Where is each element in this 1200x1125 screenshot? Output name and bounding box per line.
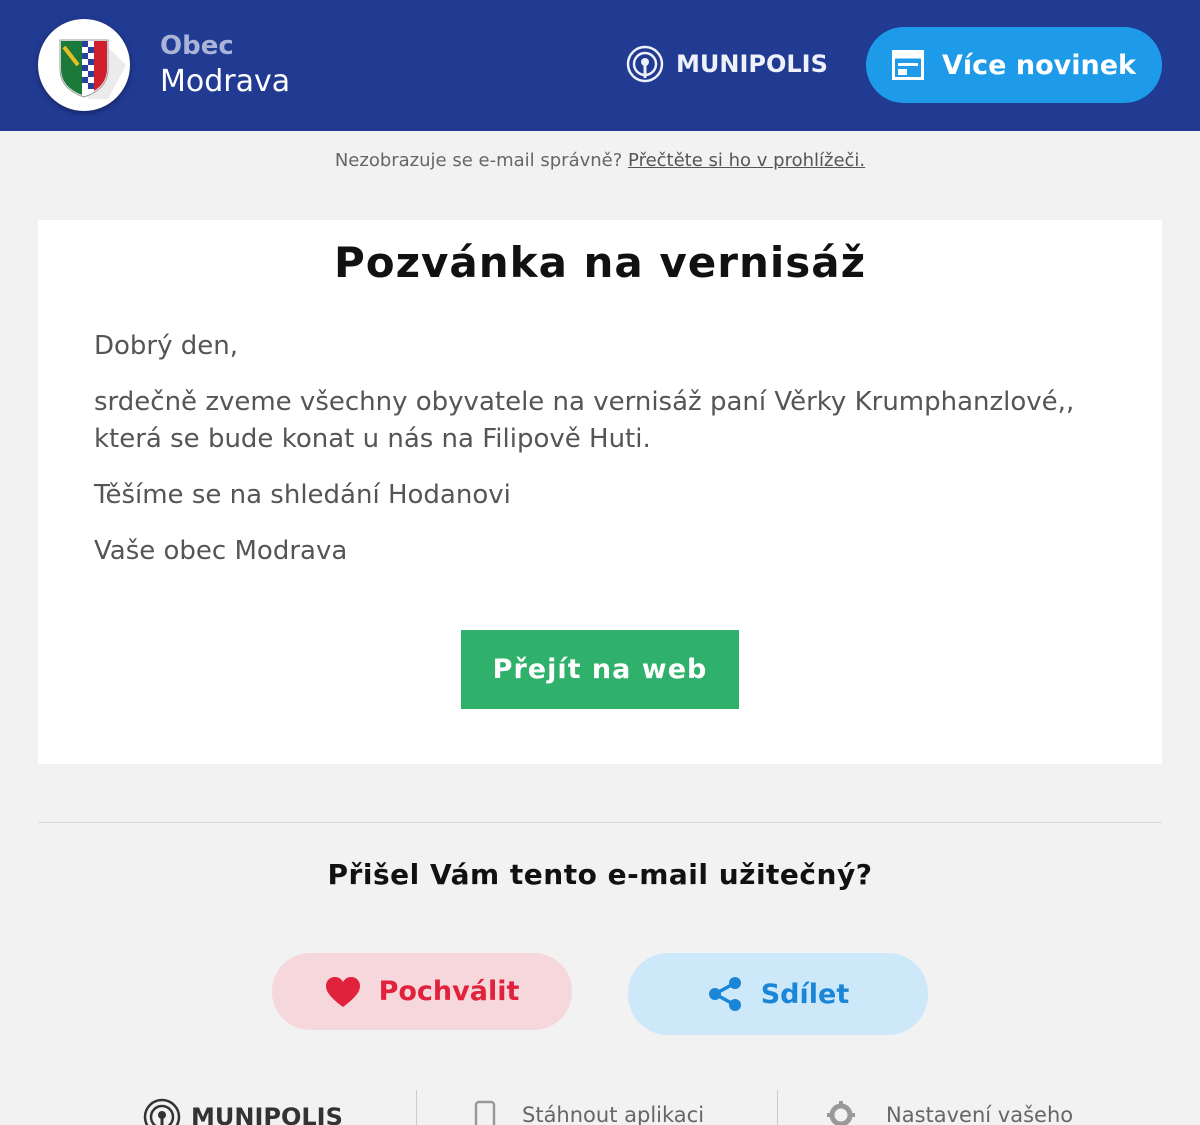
notice-text: Nezobrazuje se e-mail správně? [334, 150, 623, 171]
article-title: Pozvánka na vernisáž [333, 238, 867, 287]
broadcast-icon [143, 1098, 181, 1125]
section-divider [38, 822, 1162, 823]
footer-separator [777, 1090, 778, 1125]
article-closing: Těšíme se na shledání Hodanovi [94, 480, 511, 510]
praise-button[interactable]: Pochválit [272, 953, 572, 1030]
munipolis-logo[interactable]: MUNIPOLIS [626, 44, 828, 84]
municipality-kind: Obec [160, 31, 234, 61]
article-signature: Vaše obec Modrava [94, 536, 348, 566]
feedback-question: Přišel Vám tento e-mail užitečný? [327, 858, 873, 891]
municipality-coat-of-arms[interactable] [38, 19, 130, 111]
munipolis-brand-text: MUNIPOLIS [676, 50, 828, 78]
article-card: Pozvánka na vernisáž Dobrý den, srdečně … [38, 220, 1162, 764]
article-body: Dobrý den, srdečně zveme všechny obyvate… [94, 328, 1104, 589]
article-paragraph: srdečně zveme všechny obyvatele na verni… [94, 387, 1075, 454]
go-to-web-button[interactable]: Přejít na web [461, 630, 739, 709]
footer-brand-text: MUNIPOLIS [191, 1103, 343, 1125]
browser-view-notice: Nezobrazuje se e-mail správně? Přečtěte … [0, 150, 1200, 171]
header: Obec Modrava MUNIPOLIS Více novinek [0, 0, 1200, 131]
share-button[interactable]: Sdílet [628, 953, 928, 1035]
share-icon [708, 977, 741, 1011]
download-app-link[interactable]: Stáhnout aplikaci [474, 1100, 704, 1125]
settings-label: Nastavení vašeho [886, 1103, 1074, 1125]
download-app-label: Stáhnout aplikaci [522, 1103, 705, 1125]
phone-icon [474, 1100, 496, 1125]
newspaper-icon [892, 50, 924, 80]
praise-label: Pochválit [378, 976, 520, 1007]
view-in-browser-link[interactable]: Přečtěte si ho v prohlížeči. [628, 150, 865, 171]
share-label: Sdílet [760, 978, 850, 1010]
municipality-name: Modrava [160, 64, 291, 99]
gear-icon [827, 1101, 855, 1125]
article-greeting: Dobrý den, [94, 331, 239, 361]
more-news-label: Více novinek [942, 49, 1136, 81]
settings-link[interactable]: Nastavení vašeho [826, 1100, 1073, 1125]
footer-separator [416, 1090, 417, 1125]
heart-icon [325, 976, 360, 1007]
municipality-title: Obec Modrava [160, 30, 290, 102]
more-news-button[interactable]: Více novinek [866, 27, 1162, 103]
broadcast-icon [626, 45, 664, 83]
footer-munipolis-logo[interactable]: MUNIPOLIS [143, 1098, 343, 1125]
coat-of-arms-icon [59, 39, 126, 99]
